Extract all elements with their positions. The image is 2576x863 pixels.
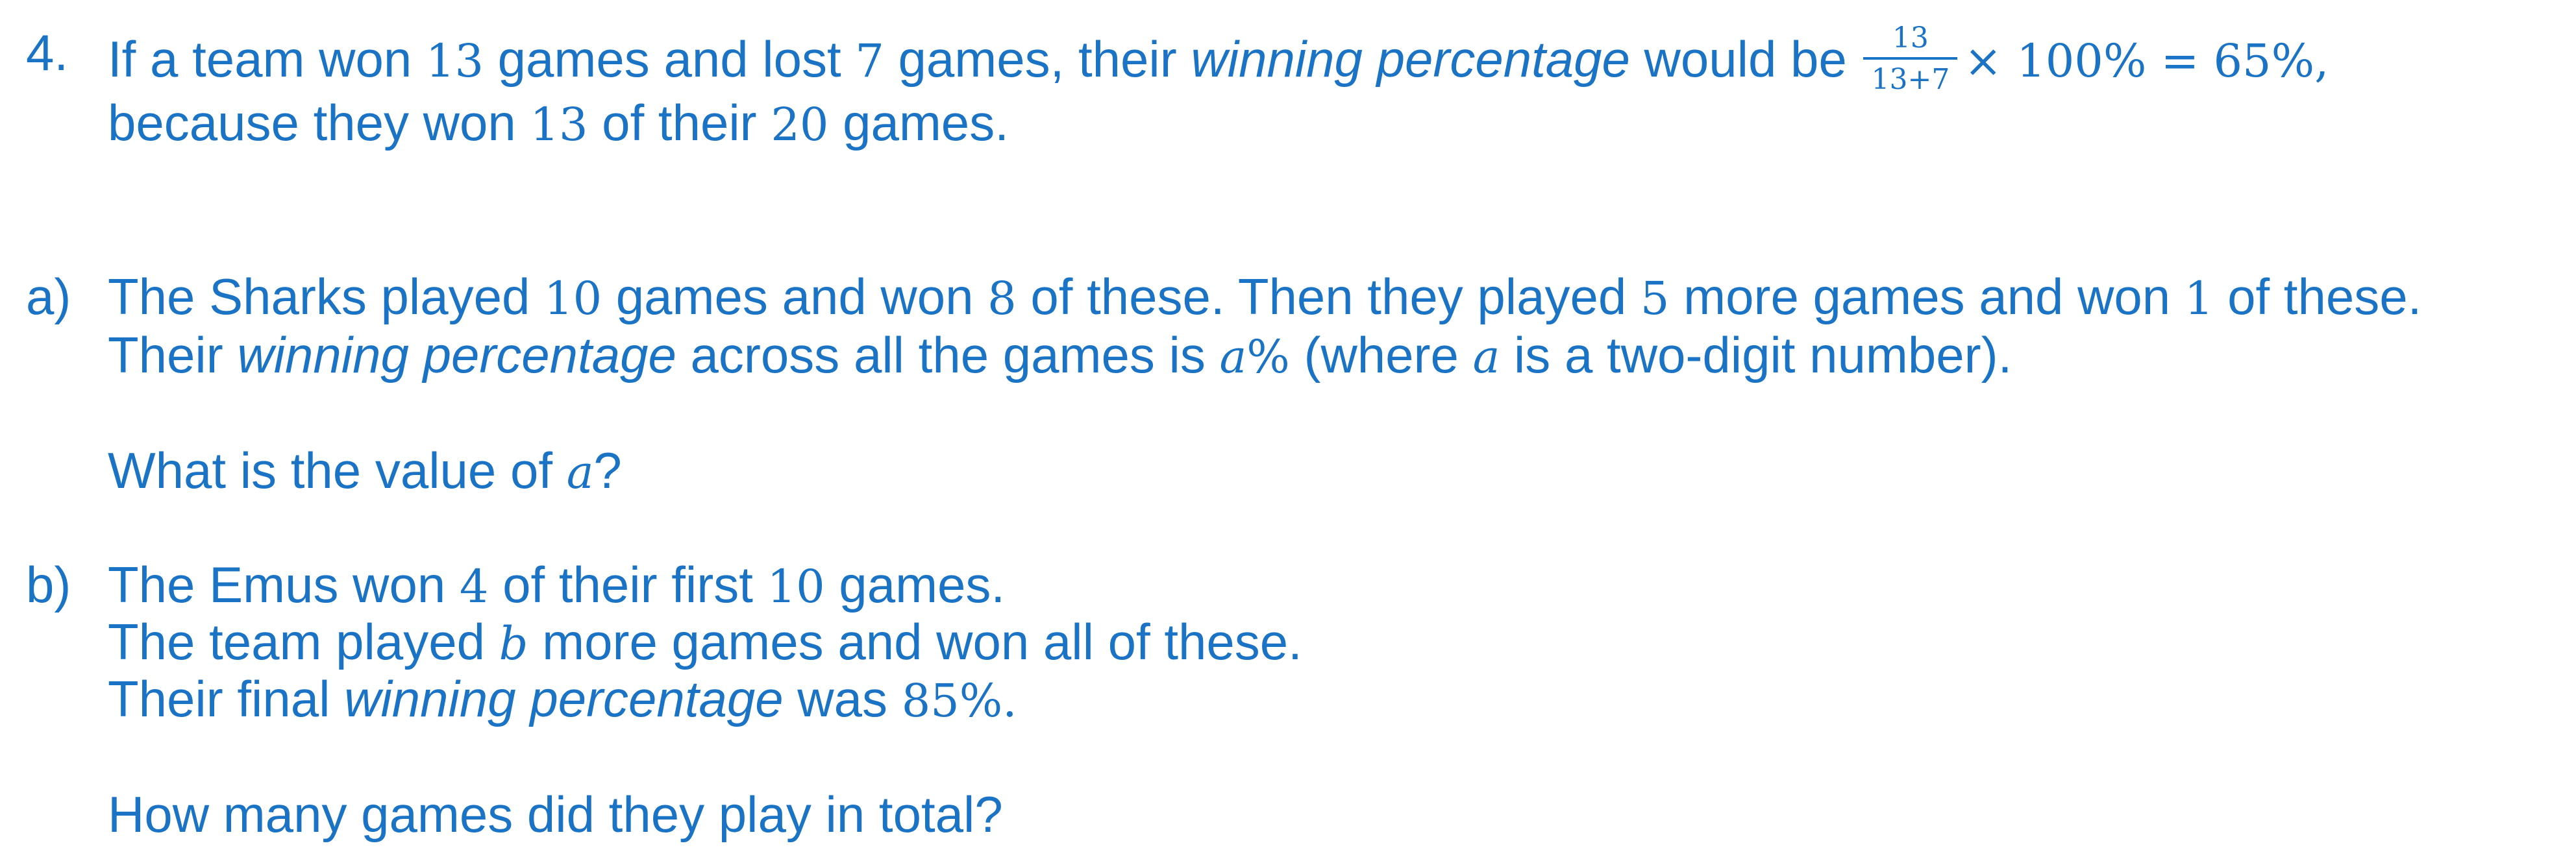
- question-number: 4.: [26, 24, 69, 81]
- formula-result: × 100% = 65%,: [1964, 34, 2329, 88]
- part-a-question: What is the value of a?: [108, 442, 622, 499]
- intro-line-1: If a team won 13 games and lost 7 games,…: [108, 21, 2329, 97]
- part-b-line-3: Their final winning percentage was 85%.: [108, 670, 1017, 727]
- part-a-label: a): [26, 268, 71, 325]
- part-a-line-1: The Sharks played 10 games and won 8 of …: [108, 268, 2422, 325]
- intro-line-2: because they won 13 of their 20 games.: [108, 94, 1009, 151]
- part-b-line-1: The Emus won 4 of their first 10 games.: [108, 556, 1006, 613]
- fraction-numerator: 13: [1863, 23, 1958, 60]
- part-b-line-2: The team played b more games and won all…: [108, 613, 1302, 670]
- part-b-label: b): [26, 556, 71, 613]
- part-a-line-2: Their winning percentage across all the …: [108, 326, 2012, 383]
- fraction: 13 13+7: [1863, 23, 1958, 97]
- fraction-denominator: 13+7: [1871, 63, 1950, 97]
- part-b-question: How many games did they play in total?: [108, 786, 1003, 843]
